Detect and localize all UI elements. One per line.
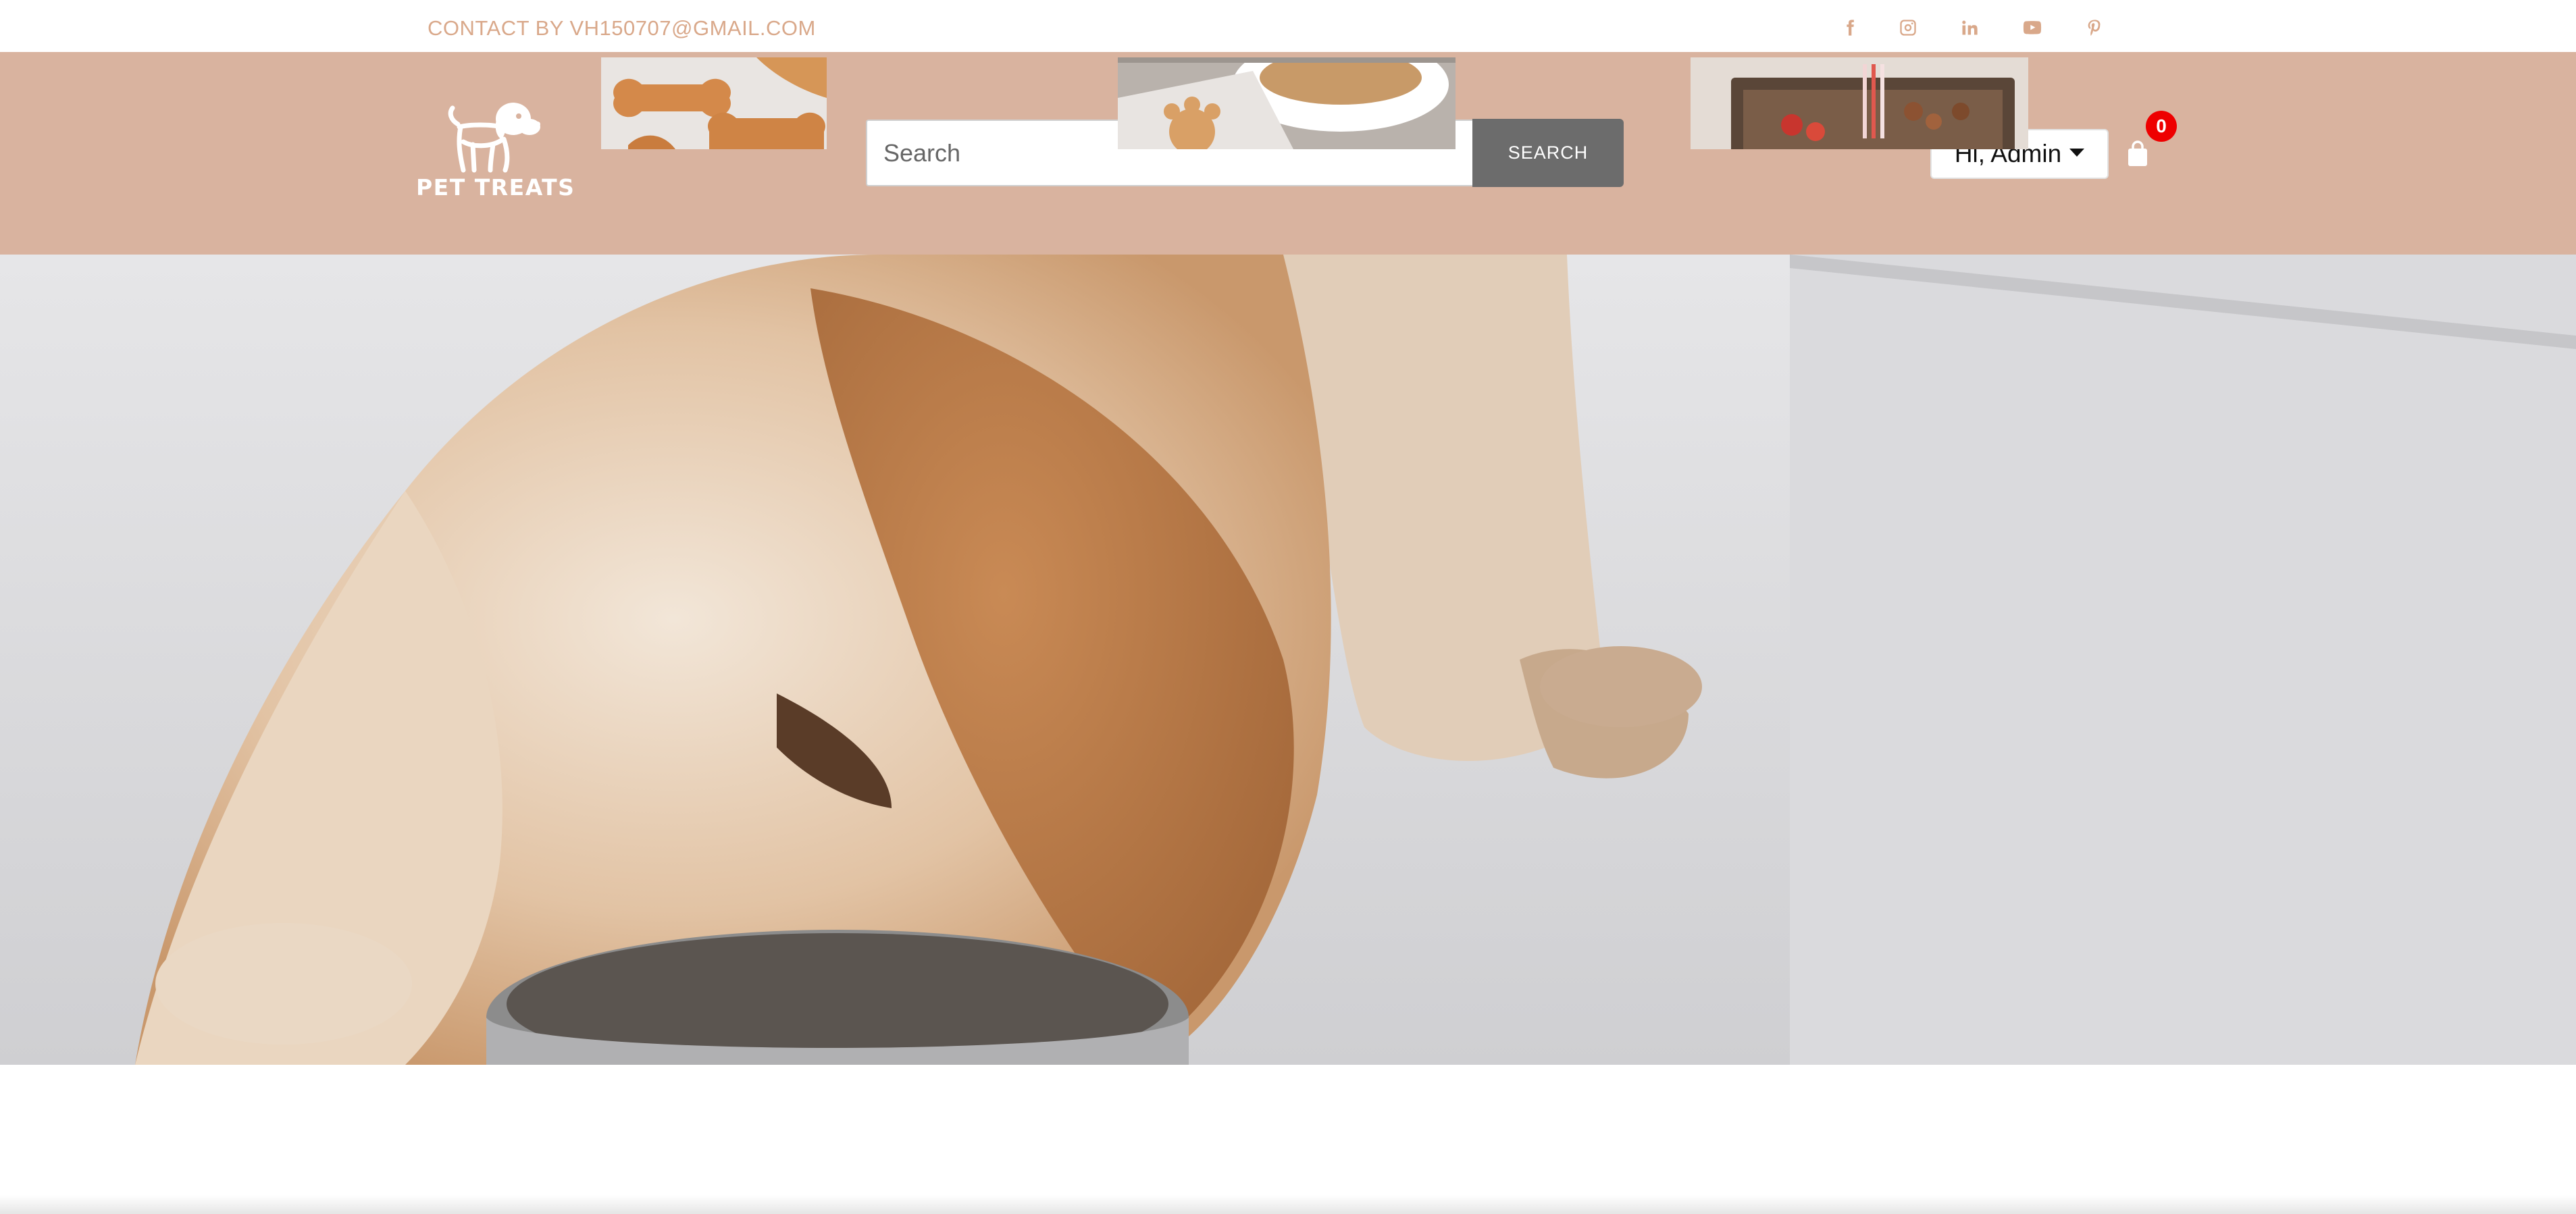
caret-down-icon	[2069, 149, 2085, 157]
site-logo[interactable]: PET TREATS	[416, 100, 575, 205]
dog-logo-icon	[448, 103, 540, 173]
youtube-icon[interactable]	[2015, 12, 2049, 43]
product-section	[0, 1065, 2576, 1214]
instagram-icon[interactable]	[1891, 12, 1925, 43]
product-image-paw-treats[interactable]	[1118, 57, 1456, 149]
linkedin-icon[interactable]	[1953, 12, 1986, 43]
product-image-treat-box[interactable]	[1691, 57, 2028, 149]
shopping-bag-button[interactable]	[2121, 135, 2155, 173]
logo-text: PET TREATS	[416, 174, 575, 201]
facebook-icon[interactable]	[1833, 12, 1867, 43]
cart-count-badge: 0	[2146, 111, 2177, 142]
contact-email[interactable]: CONTACT BY VH150707@GMAIL.COM	[428, 15, 816, 42]
dog-eating-image	[0, 255, 2576, 1065]
product-image-bone-cookies[interactable]	[601, 57, 827, 149]
shopping-bag-icon	[2128, 140, 2147, 166]
search-button[interactable]: SEARCH	[1472, 119, 1624, 187]
top-bar: CONTACT BY VH150707@GMAIL.COM	[0, 0, 2576, 52]
pinterest-icon[interactable]	[2078, 12, 2111, 43]
hero-banner	[0, 255, 2576, 1065]
